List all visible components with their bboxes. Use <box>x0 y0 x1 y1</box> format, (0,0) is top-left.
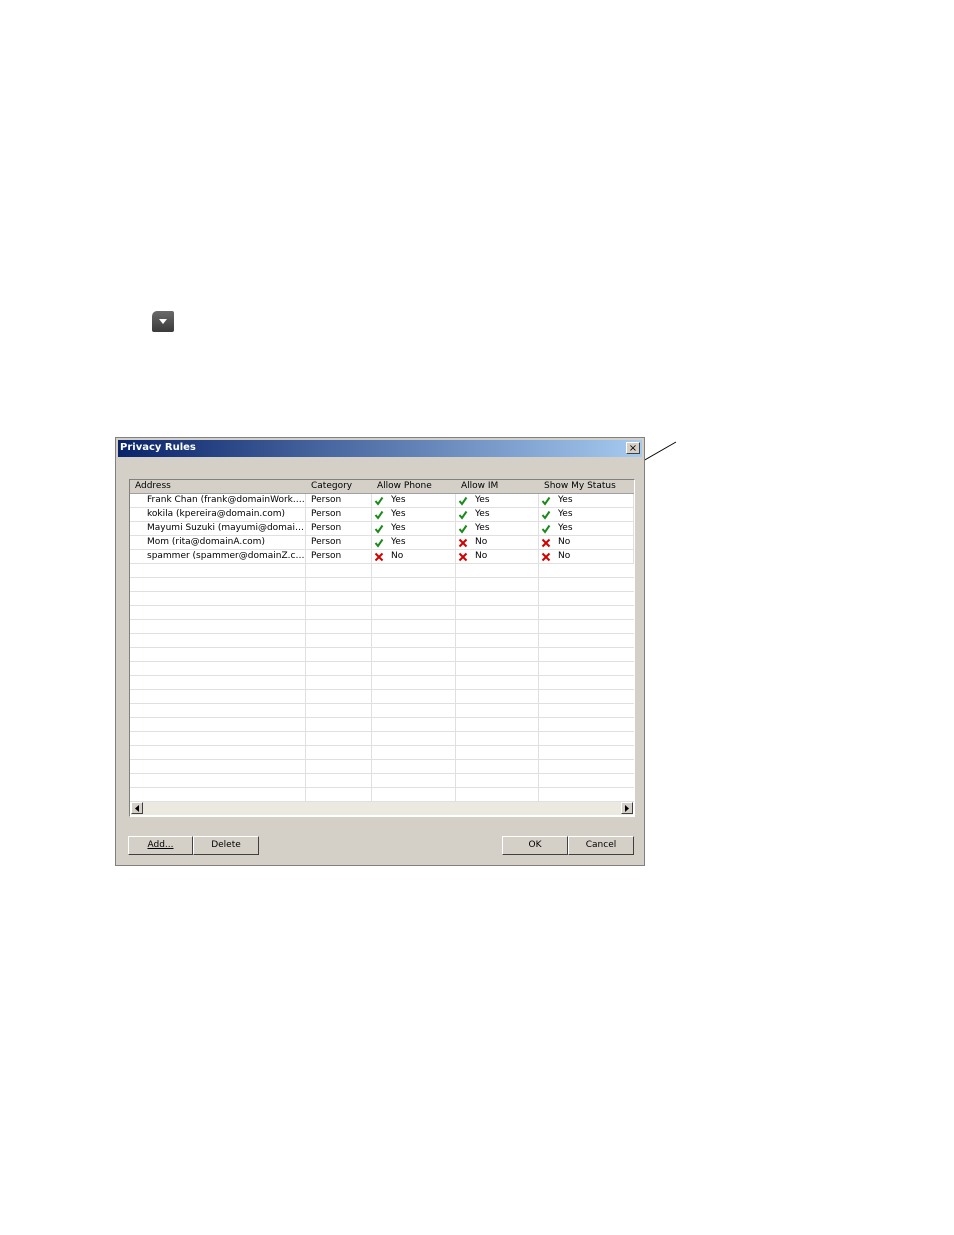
permission-value: Yes <box>391 509 406 519</box>
allow-phone-cell: Yes <box>372 508 456 521</box>
green-check-icon[interactable] <box>374 524 384 534</box>
table-row[interactable]: kokila (kpereira@domain.com) Person Yes Yes… <box>130 508 634 522</box>
column-header-allow-im[interactable]: Allow IM <box>456 480 539 493</box>
title-bar: Privacy Rules × <box>118 440 642 457</box>
green-check-icon[interactable] <box>458 510 468 520</box>
allow-phone-cell: Yes <box>372 494 456 507</box>
permission-value: Yes <box>391 523 406 533</box>
address-cell: Mayumi Suzuki (mayumi@domain... <box>130 522 306 535</box>
cancel-button[interactable]: Cancel <box>568 836 634 855</box>
show-status-cell: No <box>539 550 634 563</box>
show-status-cell: Yes <box>539 494 634 507</box>
allow-im-cell: No <box>456 550 539 563</box>
table-row[interactable]: spammer (spammer@domainZ.com) Person No No N… <box>130 550 634 564</box>
privacy-rules-dialog: Privacy Rules × Address Category Allow P… <box>115 437 645 866</box>
delete-button[interactable]: Delete <box>193 836 259 855</box>
table-row[interactable]: Frank Chan (frank@domainWork.c... Person Y… <box>130 494 634 508</box>
arrow-left-icon <box>135 805 139 812</box>
green-check-icon[interactable] <box>374 496 384 506</box>
green-check-icon[interactable] <box>374 510 384 520</box>
column-header-address[interactable]: Address <box>130 480 306 493</box>
red-x-icon[interactable] <box>374 552 384 562</box>
permission-value: Yes <box>475 495 490 505</box>
show-status-cell: No <box>539 536 634 549</box>
allow-phone-cell: Yes <box>372 536 456 549</box>
show-status-cell: Yes <box>539 522 634 535</box>
close-button[interactable]: × <box>626 442 640 454</box>
address-cell: spammer (spammer@domainZ.com) <box>130 550 306 563</box>
category-cell: Person <box>306 550 372 563</box>
green-check-icon[interactable] <box>541 510 551 520</box>
green-check-icon[interactable] <box>541 524 551 534</box>
permission-value: No <box>558 537 571 547</box>
scroll-right-button[interactable] <box>621 802 633 814</box>
permission-value: No <box>558 551 571 561</box>
allow-im-cell: No <box>456 536 539 549</box>
green-check-icon[interactable] <box>458 524 468 534</box>
arrow-right-icon <box>625 805 629 812</box>
permission-value: Yes <box>558 509 573 519</box>
dialog-title: Privacy Rules <box>120 442 196 453</box>
table-row[interactable]: Mom (rita@domainA.com) Person Yes No No <box>130 536 634 550</box>
scroll-left-button[interactable] <box>131 802 143 814</box>
privacy-rules-table[interactable]: Address Category Allow Phone Allow IM Sh… <box>129 479 635 817</box>
column-header-category[interactable]: Category <box>306 480 372 493</box>
red-x-icon[interactable] <box>541 552 551 562</box>
category-cell: Person <box>306 494 372 507</box>
category-cell: Person <box>306 508 372 521</box>
green-check-icon[interactable] <box>458 496 468 506</box>
column-header-show-my-status[interactable]: Show My Status <box>539 480 634 493</box>
allow-im-cell: Yes <box>456 508 539 521</box>
horizontal-scrollbar[interactable] <box>131 802 633 815</box>
address-cell: Frank Chan (frank@domainWork.c... <box>130 494 306 507</box>
address-cell: Mom (rita@domainA.com) <box>130 536 306 549</box>
delete-button-label: Delete <box>211 840 241 850</box>
permission-value: No <box>391 551 404 561</box>
green-check-icon[interactable] <box>541 496 551 506</box>
show-status-cell: Yes <box>539 508 634 521</box>
add-button-label: Add... <box>147 840 174 850</box>
allow-im-cell: Yes <box>456 494 539 507</box>
permission-value: Yes <box>558 495 573 505</box>
red-x-icon[interactable] <box>458 538 468 548</box>
allow-phone-cell: Yes <box>372 522 456 535</box>
allow-phone-cell: No <box>372 550 456 563</box>
address-cell: kokila (kpereira@domain.com) <box>130 508 306 521</box>
permission-value: Yes <box>475 523 490 533</box>
permission-value: Yes <box>558 523 573 533</box>
allow-im-cell: Yes <box>456 522 539 535</box>
category-cell: Person <box>306 522 372 535</box>
permission-value: No <box>475 551 488 561</box>
permission-value: Yes <box>475 509 490 519</box>
permission-value: Yes <box>391 537 406 547</box>
column-header-allow-phone[interactable]: Allow Phone <box>372 480 456 493</box>
table-header: Address Category Allow Phone Allow IM Sh… <box>130 480 634 494</box>
red-x-icon[interactable] <box>458 552 468 562</box>
table-row[interactable]: Mayumi Suzuki (mayumi@domain... Person Yes… <box>130 522 634 536</box>
category-cell: Person <box>306 536 372 549</box>
red-x-icon[interactable] <box>541 538 551 548</box>
add-button[interactable]: Add... <box>128 836 193 855</box>
green-check-icon[interactable] <box>374 538 384 548</box>
permission-value: Yes <box>391 495 406 505</box>
permission-value: No <box>475 537 488 547</box>
ok-button[interactable]: OK <box>502 836 568 855</box>
